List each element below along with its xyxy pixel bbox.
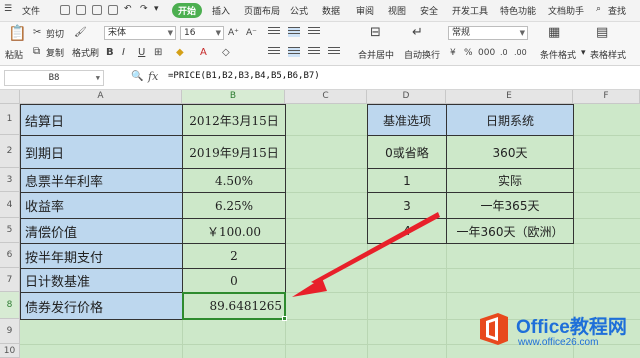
copy-button[interactable]: 复制 (46, 46, 64, 59)
table-style-icon[interactable]: ▤ (596, 26, 608, 39)
format-painter-icon[interactable]: 🖌 (74, 27, 87, 39)
chevron-down-icon: ▼ (215, 29, 221, 37)
redo-icon[interactable]: ↷ (140, 4, 148, 14)
undo-icon[interactable]: ↶ (124, 4, 132, 14)
align-bottom-icon[interactable] (308, 27, 320, 37)
tab-review[interactable]: 审阅 (356, 4, 374, 17)
conditional-format-button[interactable]: 条件格式 (540, 48, 576, 61)
cut-icon[interactable]: ✂ (33, 27, 41, 39)
tab-insert[interactable]: 插入 (212, 4, 230, 17)
save-icon[interactable] (60, 5, 70, 15)
currency-icon[interactable]: ¥ (450, 47, 456, 59)
align-top-icon[interactable] (268, 27, 280, 37)
percent-icon[interactable]: % (464, 47, 473, 59)
chevron-down-icon: ▼ (519, 29, 525, 37)
decrease-decimal-icon[interactable]: .00 (514, 47, 527, 59)
ribbon: 📋 粘贴 ✂ 剪切 ⧉ 复制 🖌 格式刷 宋体 ▼ 16 ▼ A⁺ A⁻ B I… (0, 22, 640, 66)
menu-bar: ☰ 文件 ↶ ↷ ▾ 开始 插入 页面布局 公式 数据 审阅 视图 安全 开发工… (0, 0, 640, 22)
tab-formulas[interactable]: 公式 (290, 4, 308, 17)
underline-icon[interactable]: U (138, 47, 145, 59)
formula-bar: B8 ▼ 🔍 fx =PRICE(B1,B2,B3,B4,B5,B6,B7) (0, 66, 640, 90)
tab-data[interactable]: 数据 (322, 4, 340, 17)
cut-button[interactable]: 剪切 (46, 27, 64, 40)
function-icon[interactable]: fx (148, 70, 158, 83)
more-icon[interactable]: ▾ (154, 4, 159, 14)
thousands-icon[interactable]: 000 (478, 47, 495, 59)
chevron-down-icon: ▼ (167, 29, 173, 37)
search-icon[interactable]: ⌕ (596, 4, 601, 14)
align-right-icon[interactable] (308, 47, 320, 57)
font-size-value: 16 (184, 28, 196, 38)
search-label[interactable]: 查找 (608, 4, 626, 17)
preview-icon[interactable] (108, 5, 118, 15)
font-shrink-icon[interactable]: A⁻ (246, 27, 257, 39)
open-icon[interactable] (76, 5, 86, 15)
tab-features[interactable]: 特色功能 (500, 4, 536, 17)
name-box[interactable]: B8 ▼ (4, 70, 104, 86)
italic-icon[interactable]: I (122, 47, 125, 59)
number-format-value: 常规 (452, 28, 471, 38)
zoom-icon[interactable]: 🔍 (131, 71, 143, 82)
cell-reference: B8 (48, 73, 60, 83)
merge-center-icon[interactable]: ⊟ (370, 26, 381, 39)
align-center-icon[interactable] (288, 47, 300, 57)
formula-input[interactable]: =PRICE(B1,B2,B3,B4,B5,B6,B7) (168, 71, 320, 81)
watermark-url: www.office26.com (518, 337, 599, 348)
tab-view[interactable]: 视图 (388, 4, 406, 17)
copy-icon[interactable]: ⧉ (33, 46, 40, 58)
menu-file[interactable]: 文件 (22, 4, 40, 17)
tab-security[interactable]: 安全 (420, 4, 438, 17)
clear-icon[interactable]: ◇ (222, 47, 230, 59)
merge-center-button[interactable]: 合并居中 (358, 48, 394, 61)
menu-icon[interactable]: ☰ (4, 4, 12, 14)
office-logo-icon (480, 313, 508, 345)
tab-developer[interactable]: 开发工具 (452, 4, 488, 17)
bold-icon[interactable]: B (106, 47, 114, 59)
tab-home[interactable]: 开始 (172, 3, 203, 18)
fill-color-icon[interactable]: ◆ (176, 47, 184, 59)
tab-page-layout[interactable]: 页面布局 (244, 4, 280, 17)
watermark-title: Office教程网 (516, 317, 627, 338)
arrow-shaft (311, 212, 440, 284)
format-painter-button[interactable]: 格式刷 (72, 46, 99, 59)
justify-icon[interactable] (328, 47, 340, 57)
print-icon[interactable] (92, 5, 102, 15)
conditional-format-icon[interactable]: ▦ (548, 26, 560, 39)
font-grow-icon[interactable]: A⁺ (228, 27, 239, 39)
tab-doc-assistant[interactable]: 文档助手 (548, 4, 584, 17)
increase-decimal-icon[interactable]: .0 (500, 47, 508, 59)
paste-button[interactable]: 粘贴 (5, 48, 23, 61)
font-name-value: 宋体 (108, 28, 127, 38)
font-name-select[interactable]: 宋体 ▼ (104, 26, 176, 40)
align-middle-icon[interactable] (288, 27, 300, 37)
chevron-down-icon[interactable]: ▾ (581, 48, 586, 58)
arrow-head (292, 278, 327, 297)
table-style-button[interactable]: 表格样式 (590, 48, 626, 61)
border-icon[interactable]: ⊞ (154, 47, 162, 59)
watermark: Office教程网 www.office26.com (476, 305, 640, 358)
wrap-text-button[interactable]: 自动换行 (404, 48, 440, 61)
align-left-icon[interactable] (268, 47, 280, 57)
font-color-icon[interactable]: A (200, 47, 207, 59)
chevron-down-icon: ▼ (95, 74, 100, 82)
font-size-select[interactable]: 16 ▼ (180, 26, 224, 40)
paste-icon[interactable]: 📋 (8, 26, 27, 41)
number-format-select[interactable]: 常规 ▼ (448, 26, 528, 40)
wrap-text-icon[interactable]: ↵ (412, 26, 423, 39)
